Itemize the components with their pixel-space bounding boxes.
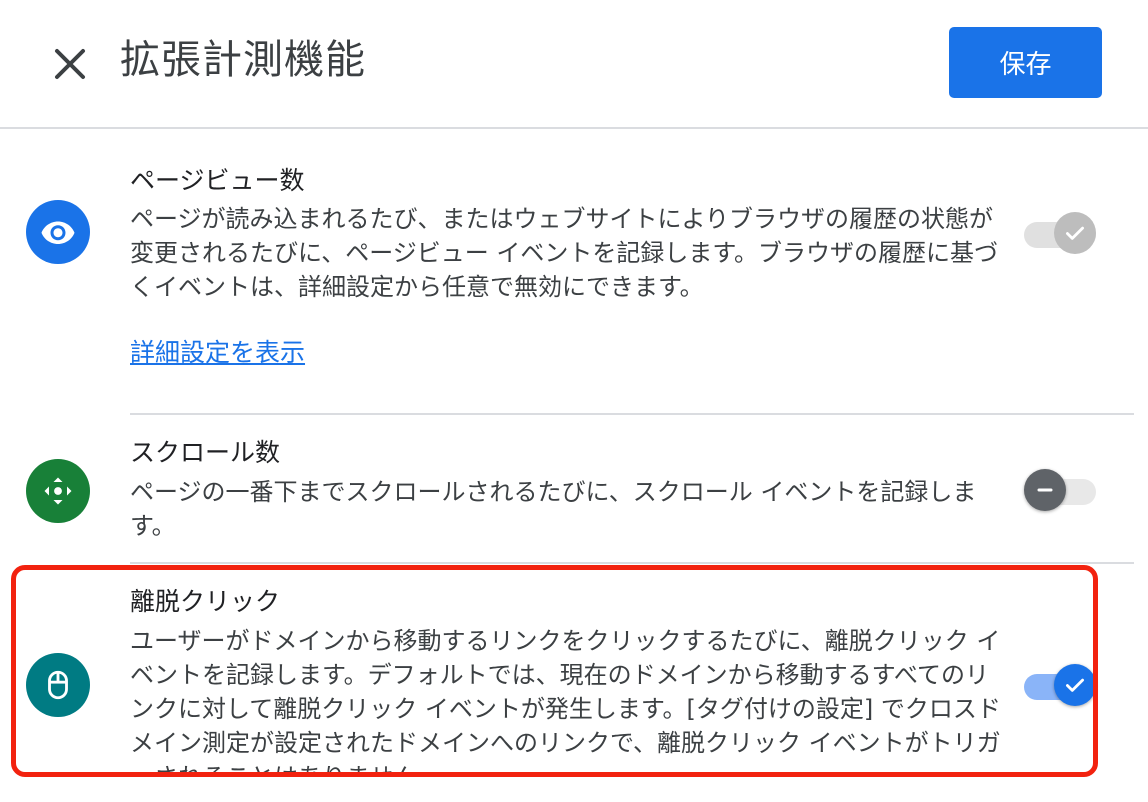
page-view-toggle[interactable] <box>1024 212 1098 256</box>
scroll-title: スクロール数 <box>130 438 281 467</box>
eye-icon <box>26 200 90 264</box>
minus-icon <box>1024 469 1066 511</box>
save-button[interactable]: 保存 <box>949 27 1102 98</box>
page-view-title: ページビュー数 <box>130 166 305 195</box>
page-title: 拡張計測機能 <box>120 37 366 83</box>
scroll-toggle[interactable] <box>1024 469 1098 513</box>
check-icon <box>1054 212 1096 254</box>
scroll-description: ページの一番下までスクロールされるたびに、スクロール イベントを記録します。 <box>130 478 977 540</box>
scroll-icon <box>26 459 90 523</box>
close-icon <box>55 49 85 79</box>
dialog-header: 拡張計測機能 保存 <box>0 0 1148 129</box>
section-divider <box>130 413 1134 415</box>
show-advanced-settings-link[interactable]: 詳細設定を表示 <box>130 336 305 370</box>
page-view-description: ページが読み込まれるたび、またはウェブサイトによりブラウザの履歴の状態が変更され… <box>130 205 999 301</box>
highlight-box <box>11 565 1098 777</box>
close-button[interactable] <box>44 38 96 90</box>
